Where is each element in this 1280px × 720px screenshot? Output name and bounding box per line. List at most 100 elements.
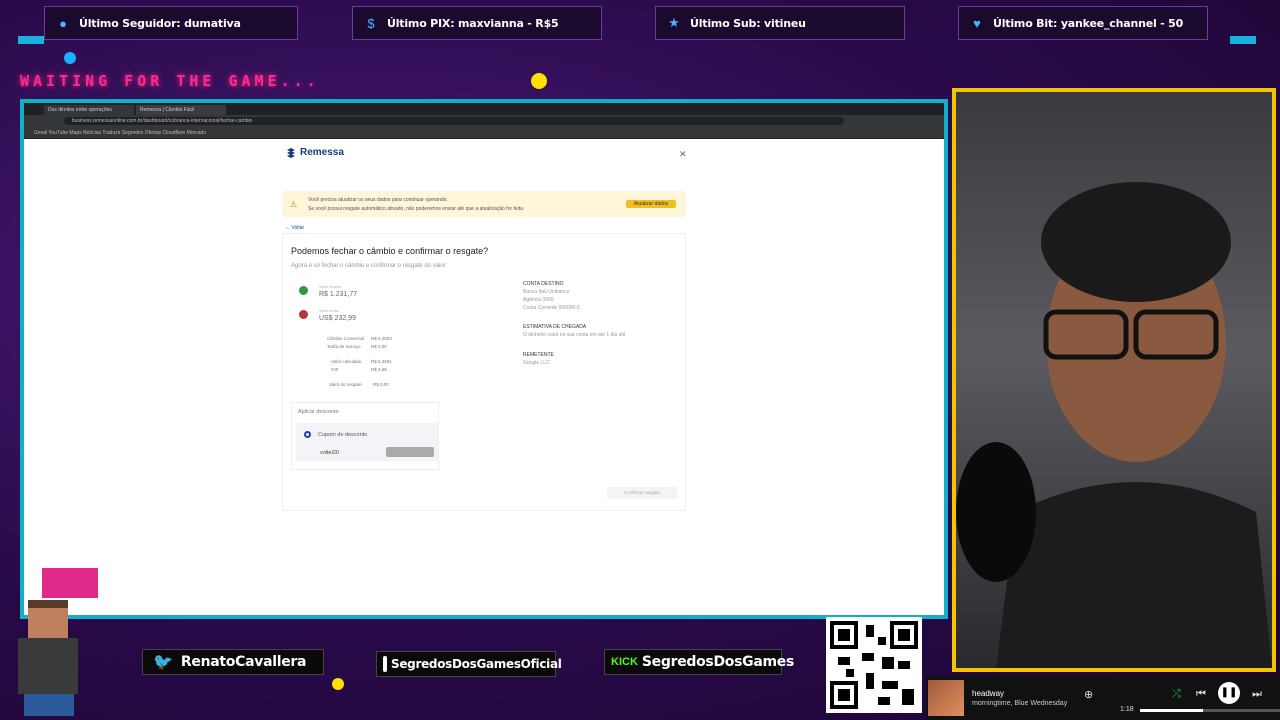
social-label: SegredosDosGames	[641, 654, 794, 670]
iof-label: IOF	[331, 367, 339, 372]
fee-label: Tarifa de Serviço	[327, 344, 361, 349]
total-label: Valor do resgate	[329, 382, 362, 387]
browser-tabs: Dos direitos entre operações Remessa | C…	[24, 103, 944, 115]
usa-flag-icon	[299, 310, 308, 319]
remessa-logo: Remessa	[286, 147, 344, 158]
browser-tab-active[interactable]: Remessa | Câmbio Fácil	[136, 105, 226, 115]
iof-value: R$ 4,68	[371, 367, 387, 372]
alert-last-sub: ★ Último Sub: vitineu	[655, 6, 905, 40]
update-data-button[interactable]: Atualizar dados	[626, 200, 676, 208]
alert-last-follower: ● Último Seguidor: dumativa	[44, 6, 298, 40]
vet-value: R$ 5,3691	[371, 359, 392, 364]
account-heading: CONTA DESTINO	[523, 281, 564, 287]
alert-text: Último PIX: maxvianna - R$5	[387, 16, 559, 30]
address-bar: business.remessaonline.com.br/dashboard/…	[24, 115, 944, 127]
music-player: headway morningtime, Blue Wednesday ⊕ ⤮ …	[926, 676, 1280, 720]
streamer-silhouette	[956, 182, 1272, 668]
twitter-icon: 🐦	[153, 654, 173, 671]
eta-heading: ESTIMATIVA DE CHEGADA	[523, 324, 587, 330]
social-label: SegredosDosGamesOficial	[391, 657, 562, 671]
banner-text: Você precisa atualizar os seus dados par…	[308, 197, 448, 203]
alert-last-bit: ♥ Último Bit: yankee_channel - 50	[958, 6, 1208, 40]
account-line: Banco Itaú Unibanco	[523, 289, 570, 295]
shuffle-icon[interactable]: ⤮	[1172, 688, 1181, 701]
sender-line: Google LLC	[523, 360, 550, 366]
decor-dot	[332, 678, 344, 690]
screen-capture: Dos direitos entre operações Remessa | C…	[20, 99, 948, 619]
add-icon[interactable]: ⊕	[1084, 688, 1093, 701]
qr-url: livepix.gg/segredosdosgames	[826, 602, 919, 609]
remessa-modal: Remessa ✕ ⚠ Você precisa atualizar os se…	[282, 139, 690, 511]
vet-label: Valor calculado	[331, 359, 362, 364]
exchange-card: Podemos fechar o câmbio e confirmar o re…	[282, 233, 686, 511]
qr-code	[826, 617, 922, 713]
back-link[interactable]: ← Voltar	[285, 225, 304, 231]
discount-label: Aplicar desconto	[298, 409, 339, 415]
kick-icon: KICK	[611, 656, 638, 668]
alert-text: Último Seguidor: dumativa	[79, 16, 241, 30]
dollar-icon: $	[367, 15, 375, 31]
from-value: R$ 1.231,77	[319, 291, 358, 298]
webcam-feed	[952, 88, 1276, 672]
decor-dot	[531, 73, 547, 89]
back-label: Voltar	[291, 225, 305, 231]
coupon-label: Cupom de desconto	[318, 432, 368, 438]
qr-pattern-icon	[830, 621, 918, 709]
social-label: RenatoCavallera	[180, 654, 307, 670]
invader-icon	[42, 568, 98, 598]
close-icon[interactable]: ✕	[679, 149, 687, 160]
browser-tab[interactable]: Dos direitos entre operações	[44, 105, 134, 115]
rate-label: Câmbio Comercial	[327, 336, 365, 341]
coupon-input[interactable]: voltei20	[320, 450, 339, 456]
avatar-legs	[24, 694, 74, 716]
coupon-radio[interactable]	[304, 431, 311, 438]
song-artist: morningtime, Blue Wednesday	[972, 700, 1068, 707]
apply-coupon-button[interactable]	[386, 447, 434, 457]
social-twitter: 🐦 RenatoCavallera	[142, 649, 324, 675]
coupon-box: Cupom de desconto voltei20	[296, 423, 438, 461]
warning-icon: ⚠	[290, 200, 298, 209]
update-data-banner: ⚠ Você precisa atualizar os seus dados p…	[282, 191, 686, 217]
banner-text: Se você possui resgate automático ativad…	[308, 206, 525, 212]
fee-value: R$ 0,00	[371, 344, 387, 349]
alert-text: Último Bit: yankee_channel - 50	[993, 16, 1184, 30]
discount-section: Aplicar desconto Cupom de desconto volte…	[291, 402, 439, 470]
to-label: Você envia	[319, 308, 339, 313]
progress-fill	[1140, 709, 1203, 712]
user-icon: ●	[59, 15, 67, 31]
pause-icon[interactable]: ❚❚	[1218, 682, 1240, 704]
sender-heading: REMETENTE	[523, 352, 554, 358]
progress-track[interactable]	[1140, 709, 1280, 712]
brand-name: Remessa	[300, 147, 344, 158]
decor-corner	[1230, 36, 1256, 44]
alert-text: Último Sub: vitineu	[690, 16, 806, 30]
url-input[interactable]: business.remessaonline.com.br/dashboard/…	[64, 117, 844, 125]
bookmarks-bar[interactable]: Gmail YouTube Maps Notícias Traduzir Seg…	[24, 127, 944, 139]
decor-corner	[18, 36, 44, 44]
avatar-body	[18, 638, 78, 694]
total-value: R$ 0,00	[373, 382, 389, 387]
card-title: Podemos fechar o câmbio e confirmar o re…	[291, 246, 489, 256]
previous-icon[interactable]: ⏮	[1196, 688, 1206, 701]
brazil-flag-icon	[299, 286, 308, 295]
card-subtitle: Agora é só fechar o câmbio e confirmar o…	[291, 263, 446, 269]
decor-dot	[64, 52, 76, 64]
album-art	[928, 680, 964, 716]
account-line: Agência 0000	[523, 297, 554, 303]
song-time: 1:18	[1120, 706, 1134, 713]
web-page: Remessa ✕ ⚠ Você precisa atualizar os se…	[24, 139, 944, 615]
account-line: Conta Corrente 000000-0	[523, 305, 580, 311]
next-icon[interactable]: ⏭	[1252, 688, 1262, 701]
alert-bar: ● Último Seguidor: dumativa $ Último PIX…	[0, 0, 1280, 44]
instagram-icon	[383, 656, 387, 672]
eta-line: O dinheiro cairá na sua conta em até 1 d…	[523, 332, 626, 338]
remessa-icon	[287, 147, 295, 158]
confirm-button[interactable]: Confirmar resgate	[607, 487, 677, 499]
alert-last-pix: $ Último PIX: maxvianna - R$5	[352, 6, 602, 40]
rate-value: R$ 5,4853	[371, 336, 392, 341]
social-kick: KICK SegredosDosGames	[604, 649, 794, 675]
star-icon: ★	[668, 15, 680, 30]
to-value: US$ 232,99	[319, 315, 356, 322]
social-instagram: SegredosDosGamesOficial	[376, 651, 562, 677]
heart-icon: ♥	[973, 15, 981, 31]
